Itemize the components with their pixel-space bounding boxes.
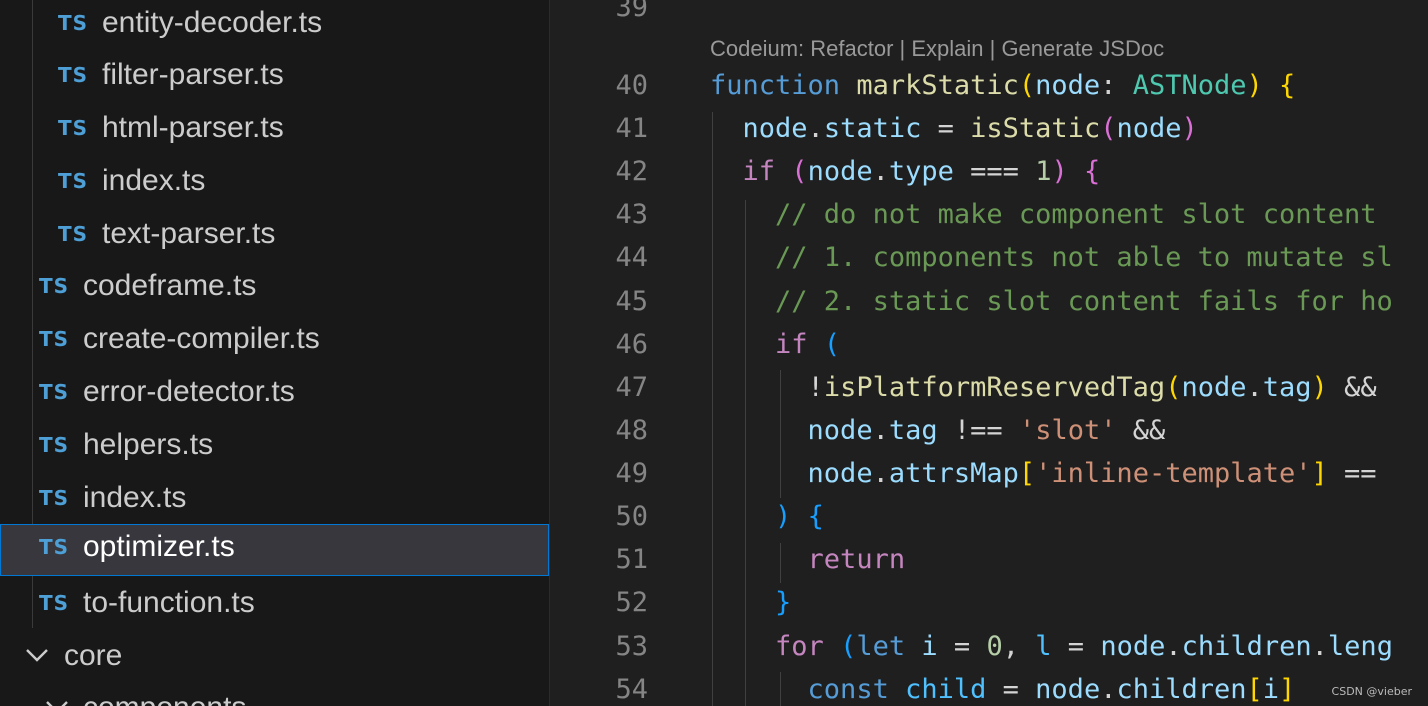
line-number: 53 <box>615 631 648 662</box>
typescript-file-icon: TS <box>39 535 70 559</box>
code-line: for (let i = 0, l = node.children.leng <box>775 631 1393 662</box>
file-item-codeframe[interactable]: TS codeframe.ts <box>0 263 549 315</box>
code-line: return <box>807 544 906 575</box>
typescript-file-icon: TS <box>39 486 70 510</box>
line-number: 44 <box>615 242 648 273</box>
file-label: optimizer.ts <box>83 530 235 563</box>
file-label: create-compiler.ts <box>83 322 320 355</box>
file-item-html-parser[interactable]: TS html-parser.ts <box>0 105 549 157</box>
typescript-file-icon: TS <box>39 274 70 298</box>
line-number: 52 <box>615 587 648 618</box>
line-number: 42 <box>615 156 648 187</box>
file-item-to-function[interactable]: TS to-function.ts <box>0 580 549 632</box>
typescript-file-icon: TS <box>58 11 89 35</box>
line-number: 40 <box>615 70 648 101</box>
folder-label: components <box>83 691 246 706</box>
folder-item-components[interactable]: components <box>0 685 549 706</box>
code-line: if (node.type === 1) { <box>742 156 1101 187</box>
line-number: 43 <box>615 199 648 230</box>
file-item-filter-parser[interactable]: TS filter-parser.ts <box>0 52 549 104</box>
code-line: // 2. static slot content fails for ho <box>775 286 1393 317</box>
explorer-sidebar: TS entity-decoder.ts TS filter-parser.ts… <box>0 0 550 706</box>
typescript-file-icon: TS <box>39 591 70 615</box>
code-editor[interactable]: Codeium: Refactor | Explain | Generate J… <box>550 0 1428 706</box>
file-label: codeframe.ts <box>83 269 257 302</box>
typescript-file-icon: TS <box>39 327 70 351</box>
code-line: node.static = isStatic(node) <box>742 113 1198 144</box>
file-label: text-parser.ts <box>102 217 276 250</box>
code-line: // do not make component slot content <box>775 199 1377 230</box>
file-item-helpers[interactable]: TS helpers.ts <box>0 422 549 474</box>
code-line: } <box>775 587 792 618</box>
chevron-down-icon <box>46 701 68 706</box>
line-number: 50 <box>615 501 648 532</box>
line-number: 49 <box>615 458 648 489</box>
file-item-optimizer[interactable]: TS optimizer.ts <box>0 524 549 576</box>
code-line: node.tag !== 'slot' && <box>807 415 1166 446</box>
typescript-file-icon: TS <box>58 63 89 87</box>
codeium-codelens[interactable]: Codeium: Refactor | Explain | Generate J… <box>710 36 1164 62</box>
line-number: 46 <box>615 329 648 360</box>
typescript-file-icon: TS <box>39 380 70 404</box>
file-item-error-detector[interactable]: TS error-detector.ts <box>0 369 549 421</box>
folder-item-core[interactable]: core <box>0 633 549 685</box>
typescript-file-icon: TS <box>58 222 89 246</box>
line-number: 48 <box>615 415 648 446</box>
file-label: html-parser.ts <box>102 111 284 144</box>
code-line: node.attrsMap['inline-template'] == <box>807 458 1377 489</box>
chevron-down-icon <box>26 649 48 662</box>
typescript-file-icon: TS <box>58 116 89 140</box>
typescript-file-icon: TS <box>58 169 89 193</box>
file-label: index.ts <box>102 164 206 197</box>
file-item-create-compiler[interactable]: TS create-compiler.ts <box>0 316 549 368</box>
code-line: !isPlatformReservedTag(node.tag) && <box>807 372 1377 403</box>
file-label: filter-parser.ts <box>102 58 284 91</box>
file-item-text-parser[interactable]: TS text-parser.ts <box>0 211 549 263</box>
code-line: function markStatic(node: ASTNode) { <box>710 70 1296 101</box>
line-number: 41 <box>615 113 648 144</box>
line-number: 54 <box>615 674 648 705</box>
file-item-index[interactable]: TS index.ts <box>0 475 549 527</box>
file-label: error-detector.ts <box>83 375 295 408</box>
file-label: to-function.ts <box>83 586 255 619</box>
line-number: 47 <box>615 372 648 403</box>
line-number: 51 <box>615 544 648 575</box>
file-label: entity-decoder.ts <box>102 6 323 39</box>
watermark: CSDN @vieber <box>1331 685 1412 698</box>
typescript-file-icon: TS <box>39 433 70 457</box>
code-line: ) { <box>775 501 824 532</box>
file-label: helpers.ts <box>83 428 214 461</box>
code-line: const child = node.children[i] <box>807 674 1296 705</box>
code-line: if ( <box>775 329 841 360</box>
line-number: 39 <box>615 0 648 23</box>
file-item-entity-decoder[interactable]: TS entity-decoder.ts <box>0 0 549 52</box>
file-item-index[interactable]: TS index.ts <box>0 158 549 210</box>
code-line: // 1. components not able to mutate sl <box>775 242 1393 273</box>
line-number: 45 <box>615 286 648 317</box>
folder-label: core <box>64 639 123 672</box>
file-label: index.ts <box>83 481 187 514</box>
